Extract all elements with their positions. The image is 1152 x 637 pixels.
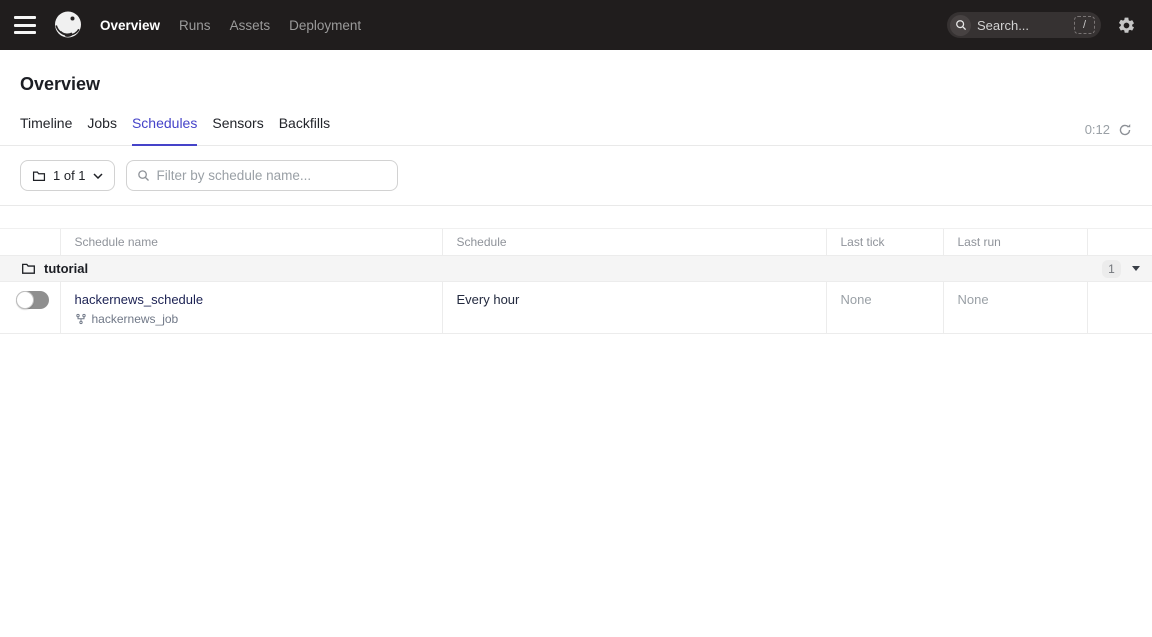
repo-selector-label: 1 of 1 [53, 168, 86, 183]
folder-icon [32, 169, 46, 183]
folder-icon [21, 261, 36, 276]
schedule-filter-input[interactable] [157, 168, 387, 183]
nav-link-runs[interactable]: Runs [179, 18, 211, 33]
group-row-tutorial[interactable]: tutorial 1 [0, 256, 1152, 282]
tab-backfills[interactable]: Backfills [279, 115, 330, 146]
col-header-actions [1087, 229, 1152, 256]
group-name: tutorial [44, 261, 88, 276]
col-header-last-run: Last run [943, 229, 1087, 256]
col-header-schedule-name: Schedule name [60, 229, 442, 256]
last-run-cell: None [943, 282, 1087, 334]
search-shortcut-badge: / [1074, 16, 1095, 34]
job-icon [75, 313, 87, 325]
repo-selector-dropdown[interactable]: 1 of 1 [20, 160, 115, 191]
table-header-row: Schedule name Schedule Last tick Last ru… [0, 229, 1152, 256]
refresh-icon[interactable] [1118, 123, 1132, 137]
refresh-countdown: 0:12 [1085, 122, 1110, 137]
menu-icon[interactable] [14, 16, 38, 34]
nav-link-overview[interactable]: Overview [100, 18, 160, 33]
nav-link-deployment[interactable]: Deployment [289, 18, 361, 33]
row-actions-cell [1087, 282, 1152, 334]
nav-link-assets[interactable]: Assets [230, 18, 271, 33]
tabs: Timeline Jobs Schedules Sensors Backfill… [20, 115, 330, 145]
chevron-down-icon [93, 173, 103, 179]
group-count-badge: 1 [1102, 260, 1121, 278]
schedule-toggle[interactable] [16, 291, 49, 309]
col-header-toggle [0, 229, 60, 256]
schedule-toggle-cell [0, 282, 60, 334]
refresh-area: 0:12 [1085, 122, 1132, 145]
page-title: Overview [20, 74, 1152, 95]
filter-bar: 1 of 1 [0, 146, 1152, 206]
schedule-name-cell: hackernews_schedule hackernews_job [60, 282, 442, 334]
tabs-row: Timeline Jobs Schedules Sensors Backfill… [0, 115, 1152, 146]
top-nav-right: / [947, 12, 1136, 38]
dagster-logo-icon[interactable] [52, 9, 84, 41]
search-icon [137, 169, 150, 182]
job-line: hackernews_job [75, 312, 442, 326]
search-icon [950, 15, 971, 36]
tab-jobs[interactable]: Jobs [87, 115, 117, 146]
top-nav: Overview Runs Assets Deployment / [0, 0, 1152, 50]
search-input[interactable] [971, 18, 1074, 33]
group-collapse-caret-icon[interactable] [1132, 266, 1140, 271]
tab-schedules[interactable]: Schedules [132, 115, 197, 146]
table-row: hackernews_schedule hackernews_job [0, 282, 1152, 334]
col-header-last-tick: Last tick [826, 229, 943, 256]
last-tick-cell: None [826, 282, 943, 334]
tab-timeline[interactable]: Timeline [20, 115, 72, 146]
gear-icon[interactable] [1117, 16, 1136, 35]
schedule-cadence-cell: Every hour [442, 282, 826, 334]
nav-links: Overview Runs Assets Deployment [100, 18, 361, 33]
tab-sensors[interactable]: Sensors [212, 115, 263, 146]
col-header-schedule: Schedule [442, 229, 826, 256]
schedule-name-link[interactable]: hackernews_schedule [75, 292, 204, 307]
global-search[interactable]: / [947, 12, 1101, 38]
schedule-filter-field[interactable] [126, 160, 398, 191]
schedules-table: Schedule name Schedule Last tick Last ru… [0, 228, 1152, 334]
job-link[interactable]: hackernews_job [92, 312, 179, 326]
